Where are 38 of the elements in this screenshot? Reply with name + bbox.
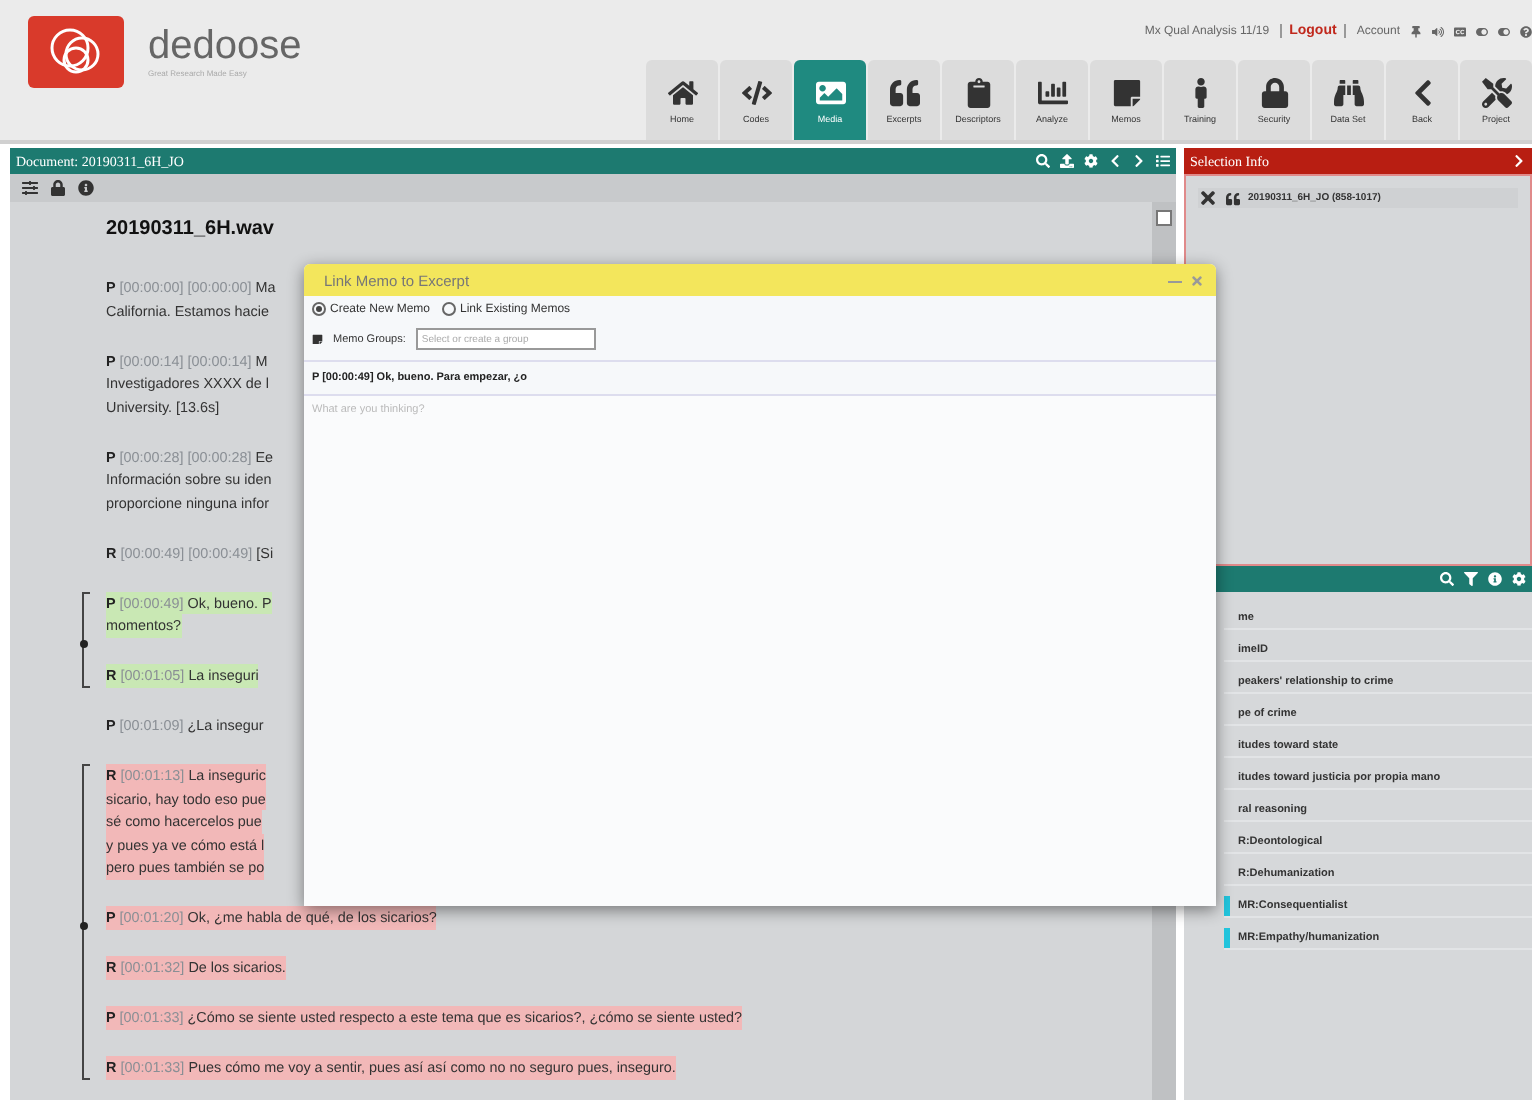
search-icon[interactable]: [1440, 572, 1454, 586]
info-icon[interactable]: [78, 180, 94, 196]
toggle-icon[interactable]: [1498, 25, 1510, 37]
tools-icon: [1481, 77, 1511, 107]
clipboard-icon: [963, 77, 993, 107]
filter-icon[interactable]: [1464, 572, 1478, 586]
toggle-icon[interactable]: [1476, 25, 1488, 37]
list-icon[interactable]: [1156, 154, 1170, 168]
speaker-icon[interactable]: [1432, 25, 1444, 37]
brand-name: dedoose: [148, 24, 302, 68]
help-icon[interactable]: [1520, 25, 1532, 37]
file-name: 20190311_6H.wav: [106, 218, 276, 241]
image-icon: [815, 77, 845, 107]
scroll-button[interactable]: [1156, 210, 1172, 226]
quote-icon: [1226, 191, 1240, 205]
captions-icon[interactable]: [1454, 25, 1466, 37]
pin-icon[interactable]: [1410, 25, 1422, 37]
settings-icon[interactable]: [1084, 154, 1098, 168]
upload-icon[interactable]: [1060, 154, 1074, 168]
logo-icon: [28, 16, 124, 88]
code-icon: [741, 77, 771, 107]
chevron-right-icon[interactable]: [1512, 154, 1526, 168]
settings-icon[interactable]: [1512, 572, 1526, 586]
info-icon[interactable]: [1488, 572, 1502, 586]
quote-icon: [889, 77, 919, 107]
close-icon[interactable]: [1198, 188, 1218, 208]
note-icon: [1111, 77, 1141, 107]
sliders-icon[interactable]: [22, 180, 38, 196]
lock-icon: [1259, 77, 1289, 107]
house-icon: [667, 77, 697, 107]
note-icon: [312, 333, 323, 345]
bar-chart-icon: [1037, 77, 1067, 107]
excerpt-bracket: [82, 591, 90, 687]
search-icon[interactable]: [1036, 154, 1050, 168]
chevron-left-icon[interactable]: [1108, 154, 1122, 168]
binoculars-icon: [1333, 77, 1363, 107]
lock-icon[interactable]: [50, 180, 66, 196]
chevron-right-icon[interactable]: [1132, 154, 1146, 168]
